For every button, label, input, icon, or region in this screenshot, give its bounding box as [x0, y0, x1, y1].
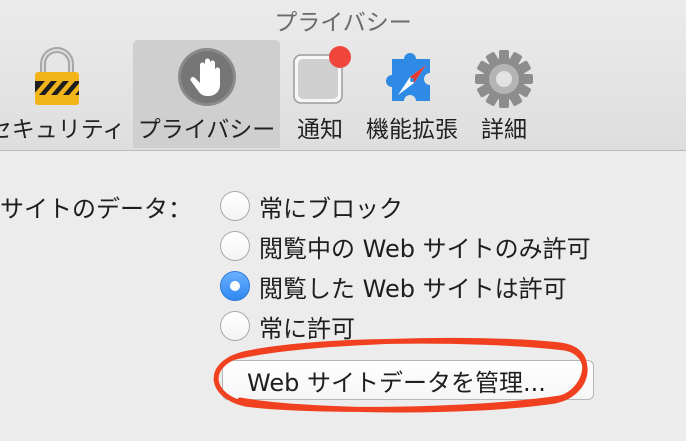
manage-website-data-button[interactable]: Web サイトデータを管理...: [222, 360, 594, 400]
site-data-label: サイトのデータ：: [0, 195, 192, 223]
radio-option-allow-visited-sites[interactable]: 閲覧した Web サイトは許可: [220, 269, 567, 303]
radio-label: 閲覧中の Web サイトのみ許可: [259, 234, 591, 263]
extensions-compass-icon: [386, 53, 430, 101]
padlock-icon: [35, 47, 79, 105]
radio-button[interactable]: [220, 191, 250, 221]
window-title: プライバシー: [274, 10, 412, 36]
toolbar-item-advanced-label: 詳細: [481, 117, 527, 143]
radio-label: 閲覧した Web サイトは許可: [259, 274, 567, 303]
radio-option-always-allow[interactable]: 常に許可: [220, 309, 355, 343]
toolbar-item-privacy-label: プライバシー: [137, 117, 276, 143]
radio-button[interactable]: [220, 311, 250, 341]
hand-icon: [177, 48, 236, 106]
toolbar-item-extensions[interactable]: 機能拡張: [362, 40, 462, 148]
radio-option-always-block[interactable]: 常にブロック: [220, 189, 403, 223]
toolbar-item-privacy[interactable]: プライバシー: [133, 40, 280, 148]
toolbar-item-extensions-label: 機能拡張: [366, 117, 458, 143]
toolbar-item-notifications[interactable]: 通知: [284, 40, 356, 148]
radio-option-allow-current-site[interactable]: 閲覧中の Web サイトのみ許可: [220, 229, 591, 263]
radio-label: 常に許可: [259, 314, 355, 343]
toolbar-item-advanced[interactable]: 詳細: [466, 40, 542, 148]
radio-button[interactable]: [220, 231, 250, 261]
gear-icon: [475, 50, 533, 108]
preferences-toolbar: プライバシー セキュリティ プライバシー 通知 機能拡張 詳細: [0, 0, 686, 151]
radio-button-checked[interactable]: [220, 271, 250, 301]
toolbar-item-security-label: セキュリティ: [0, 117, 126, 143]
toolbar-item-notifications-label: 通知: [297, 117, 343, 143]
privacy-pane: サイトのデータ： 常にブロック 閲覧中の Web サイトのみ許可 閲覧した We…: [0, 151, 686, 441]
radio-label: 常にブロック: [259, 194, 403, 223]
notification-icon: [293, 46, 351, 104]
toolbar-item-security[interactable]: セキュリティ: [0, 40, 126, 148]
